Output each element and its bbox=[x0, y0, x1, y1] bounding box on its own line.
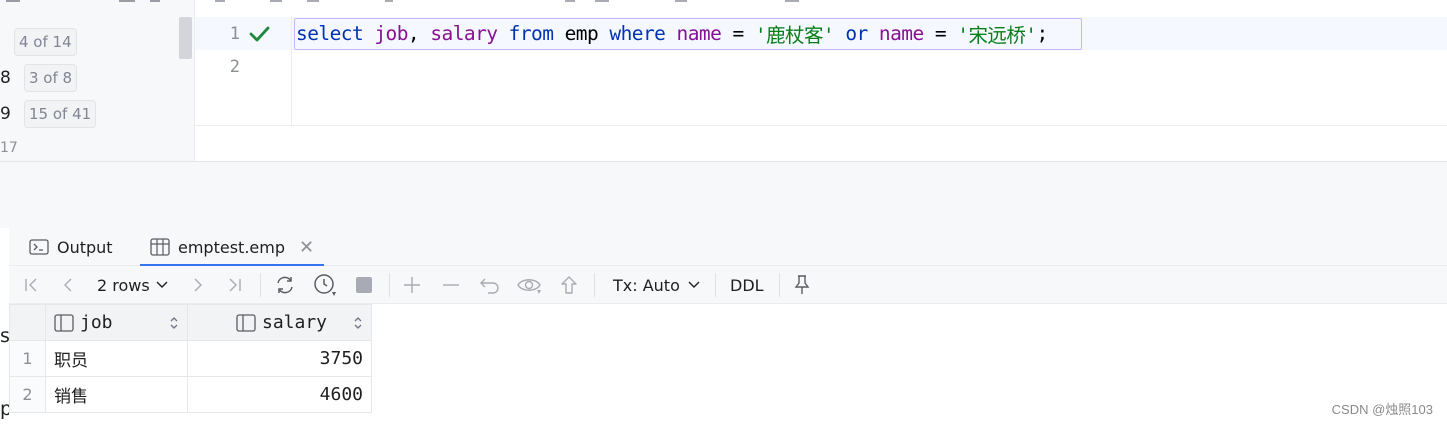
tree-row[interactable]: 9 15 of 41 bbox=[0, 99, 97, 129]
close-icon[interactable]: ✕ bbox=[299, 237, 314, 258]
toolbar-separator bbox=[594, 273, 595, 297]
results-toolbar: 2 rows Tx: Auto DDL bbox=[9, 266, 1447, 304]
cell-job[interactable]: 职员 bbox=[45, 340, 188, 377]
tree-row-number: 17 bbox=[0, 140, 18, 156]
tree-row[interactable]: 4 of 14 bbox=[0, 27, 77, 57]
chevron-down-icon bbox=[156, 281, 168, 288]
count-badge: 4 of 14 bbox=[14, 28, 77, 56]
code-token: salary bbox=[430, 22, 498, 45]
sort-icon[interactable] bbox=[353, 316, 363, 330]
code-token: '鹿杖客' bbox=[754, 24, 835, 47]
cell-salary[interactable]: 3750 bbox=[187, 340, 372, 377]
code-token: name bbox=[676, 22, 722, 45]
column-icon bbox=[236, 313, 256, 332]
splitter[interactable] bbox=[0, 161, 1447, 228]
tx-mode-dropdown[interactable]: Tx: Auto bbox=[613, 266, 700, 304]
code-token: = bbox=[923, 22, 958, 45]
rows-count-dropdown[interactable]: 2 rows bbox=[97, 266, 168, 304]
services-results-panel: Output emptest.emp ✕ 2 rows Tx: Auto DDL… bbox=[9, 228, 1447, 427]
view-eye-icon[interactable] bbox=[515, 266, 545, 304]
editor-gutter: 1 2 bbox=[195, 16, 292, 126]
sql-editor[interactable]: 1 2 select job, salary from emp where na… bbox=[195, 0, 1447, 161]
toolbar-separator bbox=[779, 273, 780, 297]
rows-count-label: 2 rows bbox=[97, 275, 150, 295]
code-token: name bbox=[878, 22, 924, 45]
add-row-icon[interactable] bbox=[400, 266, 424, 304]
column-name: job bbox=[80, 312, 113, 333]
first-page-icon[interactable] bbox=[19, 266, 43, 304]
tree-row[interactable]: 17 bbox=[0, 136, 18, 160]
sql-statement[interactable]: select job, salary from emp where name =… bbox=[294, 17, 1082, 50]
tab-emptest-emp[interactable]: emptest.emp ✕ bbox=[139, 228, 325, 267]
database-tree-panel: 4 of 14 8 3 of 8 9 15 of 41 17 bbox=[0, 0, 195, 161]
table-row[interactable]: 2 销售 4600 bbox=[9, 376, 372, 413]
line-number: 1 bbox=[229, 24, 240, 44]
ddl-label: DDL bbox=[730, 275, 764, 295]
count-badge: 15 of 41 bbox=[24, 100, 97, 128]
column-header-salary[interactable]: salary bbox=[187, 304, 372, 341]
toolbar-cut-edge bbox=[195, 0, 1447, 16]
tab-label: emptest.emp bbox=[178, 237, 285, 257]
history-clock-icon[interactable] bbox=[311, 266, 339, 304]
code-token: where bbox=[609, 22, 666, 45]
delete-row-icon[interactable] bbox=[439, 266, 463, 304]
toolbar-separator bbox=[260, 273, 261, 297]
tab-label: Output bbox=[57, 237, 113, 257]
table-icon bbox=[150, 238, 170, 256]
tab-output[interactable]: Output bbox=[29, 228, 113, 266]
code-token: '宋远桥' bbox=[957, 24, 1037, 47]
code-token: from bbox=[508, 22, 554, 45]
column-icon bbox=[54, 313, 74, 332]
line-number: 2 bbox=[229, 57, 240, 77]
tree-row-number: 8 bbox=[0, 68, 11, 88]
stop-icon[interactable] bbox=[352, 266, 376, 304]
header-row: job salary bbox=[9, 304, 372, 341]
tx-mode-label: Tx: Auto bbox=[613, 275, 680, 295]
pin-icon[interactable] bbox=[791, 266, 813, 304]
column-name: salary bbox=[262, 312, 328, 333]
code-token: or bbox=[845, 22, 868, 45]
cell-job[interactable]: 销售 bbox=[45, 376, 188, 413]
last-page-icon[interactable] bbox=[223, 266, 247, 304]
check-icon bbox=[249, 26, 270, 42]
chevron-down-icon bbox=[688, 281, 700, 288]
code-token: job bbox=[374, 22, 408, 45]
submit-up-arrow-icon[interactable] bbox=[557, 266, 581, 304]
scrollbar-thumb[interactable] bbox=[179, 17, 192, 59]
refresh-icon[interactable] bbox=[272, 266, 298, 304]
revert-icon[interactable] bbox=[478, 266, 502, 304]
cell-salary[interactable]: 4600 bbox=[187, 376, 372, 413]
row-number: 1 bbox=[9, 340, 46, 377]
table-row[interactable]: 1 职员 3750 bbox=[9, 340, 372, 377]
tree-row[interactable]: 8 3 of 8 bbox=[0, 63, 78, 93]
ddl-button[interactable]: DDL bbox=[730, 266, 764, 304]
code-token: select bbox=[296, 22, 364, 45]
toolbar-cut-edge bbox=[0, 0, 195, 6]
previous-page-icon[interactable] bbox=[56, 266, 80, 304]
tree-row-number: 9 bbox=[0, 104, 11, 124]
next-page-icon[interactable] bbox=[186, 266, 210, 304]
sort-icon[interactable] bbox=[169, 316, 179, 330]
code-token: ; bbox=[1036, 22, 1048, 45]
row-number: 2 bbox=[9, 376, 46, 413]
code-token: = bbox=[721, 22, 755, 45]
watermark: CSDN @烛照103 bbox=[1331, 402, 1433, 417]
count-badge: 3 of 8 bbox=[24, 64, 78, 92]
toolbar-separator bbox=[715, 273, 716, 297]
toolbar-separator bbox=[389, 273, 390, 297]
console-icon bbox=[29, 239, 49, 255]
code-token: , bbox=[407, 22, 431, 45]
column-header-job[interactable]: job bbox=[45, 304, 188, 341]
result-grid[interactable]: job salary 1 职员 3750 2 销售 4600 bbox=[9, 304, 372, 413]
results-tab-bar: Output emptest.emp ✕ bbox=[9, 228, 1447, 267]
divider bbox=[195, 125, 1447, 126]
code-token: emp bbox=[553, 22, 610, 45]
row-number-header bbox=[9, 304, 46, 341]
